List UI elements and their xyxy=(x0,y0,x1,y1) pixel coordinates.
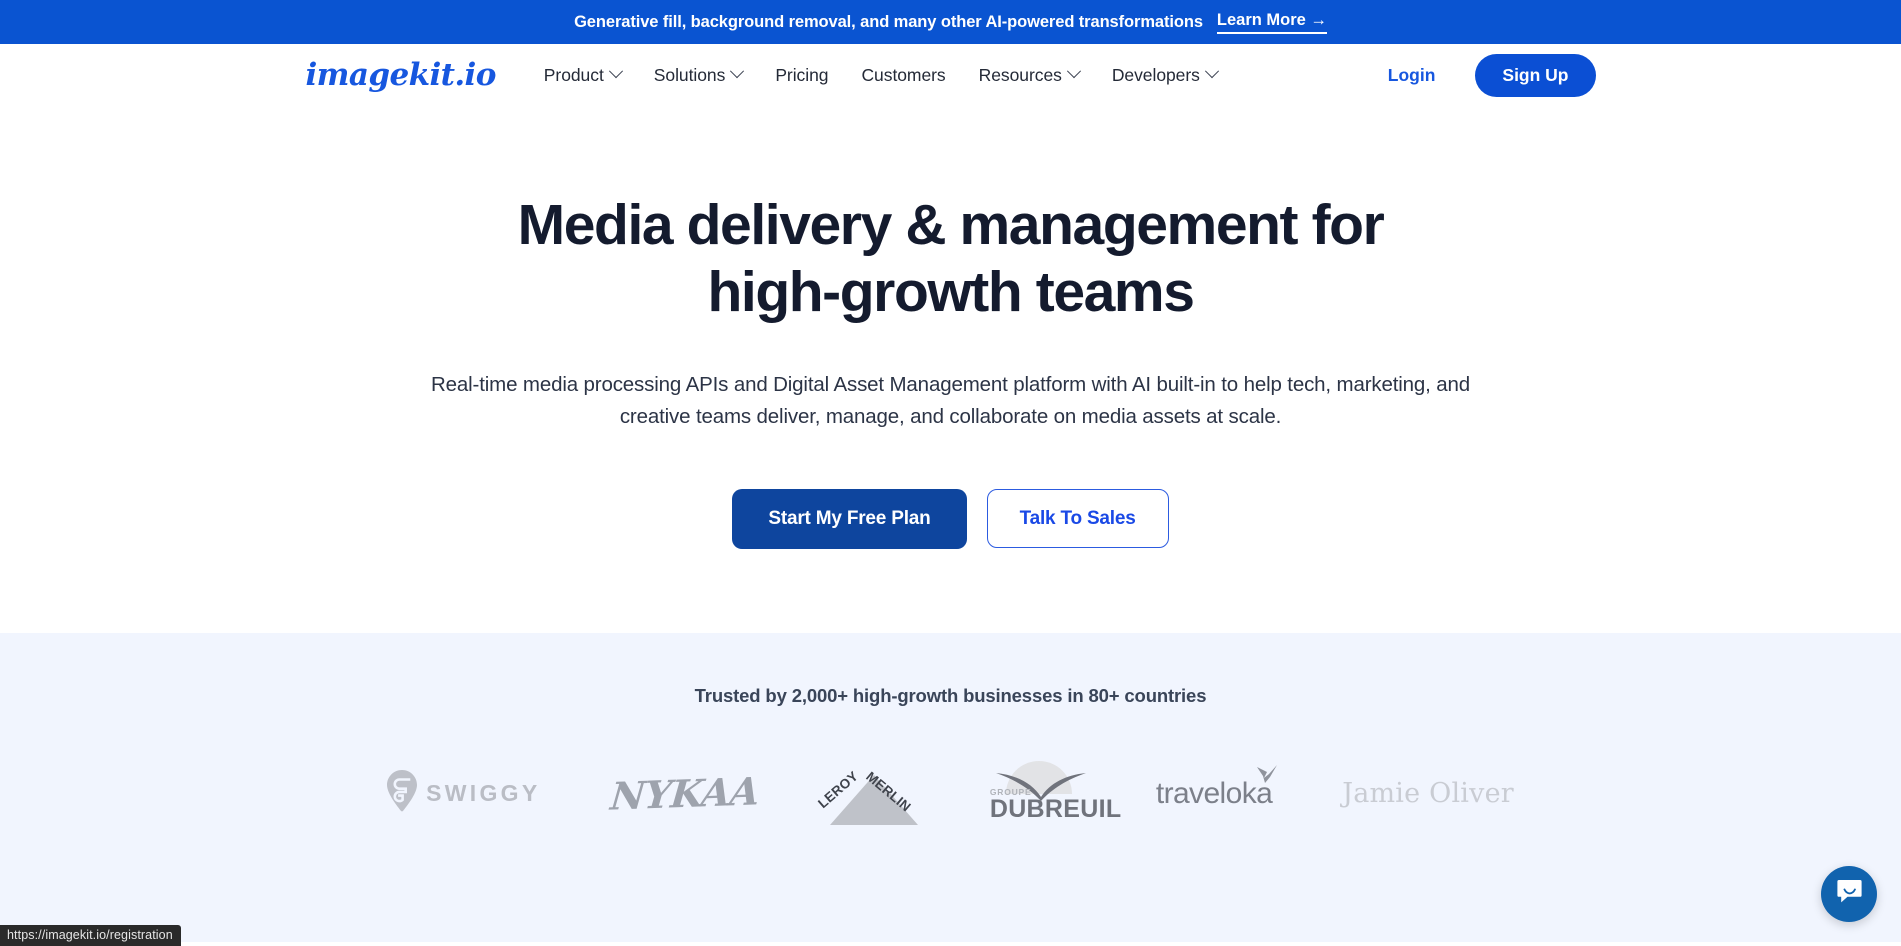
hero-title-line-2: high-growth teams xyxy=(707,259,1194,324)
traveloka-wordmark: traveloka xyxy=(1155,776,1273,810)
map-pin-icon xyxy=(387,770,418,817)
customer-logo-traveloka: traveloka xyxy=(1155,759,1278,829)
customer-logo-swiggy: SWIGGY xyxy=(387,759,540,829)
hero-cta-group: Start My Free Plan Talk To Sales xyxy=(0,488,1901,549)
nav-label-solutions: Solutions xyxy=(653,64,726,85)
talk-to-sales-button[interactable]: Talk To Sales xyxy=(986,489,1169,549)
nav-label-product: Product xyxy=(543,64,604,85)
jamie-oliver-wordmark: Jamie Oliver xyxy=(1342,778,1514,810)
hero-section: Media delivery & management for high-gro… xyxy=(0,106,1901,633)
customer-logo-jamie-oliver: Jamie Oliver xyxy=(1342,759,1514,829)
customer-logo-dubreuil: GROUPE DUBREUIL xyxy=(990,759,1121,829)
nav-item-resources[interactable]: Resources xyxy=(978,64,1081,86)
customer-logo-leroy-merlin: LEROY MERLIN xyxy=(815,759,920,829)
chevron-down-icon xyxy=(608,64,623,79)
nav-item-solutions[interactable]: Solutions xyxy=(653,64,745,86)
login-link[interactable]: Login xyxy=(1388,65,1436,86)
nav-container: imagekit.io Product Solutions Pricing Cu… xyxy=(306,44,1596,106)
chat-bubble-icon xyxy=(1836,878,1863,910)
customer-logo-nykaa: NYKAA xyxy=(608,759,761,829)
nav-label-developers: Developers xyxy=(1111,64,1200,85)
nav-label-resources: Resources xyxy=(978,64,1062,85)
origami-bird-icon xyxy=(1256,764,1278,789)
start-free-plan-button[interactable]: Start My Free Plan xyxy=(732,488,967,549)
site-header: imagekit.io Product Solutions Pricing Cu… xyxy=(0,44,1901,106)
chevron-down-icon xyxy=(1204,64,1219,79)
announcement-text: Generative fill, background removal, and… xyxy=(574,12,1203,31)
hero-title-line-1: Media delivery & management for xyxy=(517,193,1385,257)
nykaa-wordmark: NYKAA xyxy=(608,768,761,819)
header-actions: Login Sign Up xyxy=(1388,53,1596,97)
chat-launcher-button[interactable] xyxy=(1821,866,1877,922)
nav-item-product[interactable]: Product xyxy=(543,64,623,86)
announcement-banner: Generative fill, background removal, and… xyxy=(0,0,1901,44)
imagekit-logo[interactable]: imagekit.io xyxy=(306,59,497,91)
chevron-down-icon xyxy=(1066,64,1081,79)
trusted-by-section: Trusted by 2,000+ high-growth businesses… xyxy=(0,632,1901,942)
sign-up-button[interactable]: Sign Up xyxy=(1475,53,1596,97)
nav-label-customers: Customers xyxy=(861,64,946,85)
trusted-by-heading: Trusted by 2,000+ high-growth businesses… xyxy=(694,684,1207,706)
dubreuil-wordmark: DUBREUIL xyxy=(989,794,1122,823)
swiggy-wordmark: SWIGGY xyxy=(426,780,541,807)
main-navigation: Product Solutions Pricing Customers Reso… xyxy=(543,64,1388,86)
announcement-learn-more-link[interactable]: Learn More → xyxy=(1216,11,1327,34)
page-title: Media delivery & management for high-gro… xyxy=(501,192,1401,325)
hero-subtitle: Real-time media processing APIs and Digi… xyxy=(430,373,1471,429)
nav-item-developers[interactable]: Developers xyxy=(1111,64,1219,86)
customer-logo-row: SWIGGY NYKAA LEROY MERLIN GROUPE DUBREUI… xyxy=(0,759,1901,829)
nav-item-customers[interactable]: Customers xyxy=(861,65,945,86)
nav-item-pricing[interactable]: Pricing xyxy=(775,65,828,86)
browser-status-bar-url: https://imagekit.io/registration xyxy=(0,925,181,946)
nav-label-pricing: Pricing xyxy=(775,64,829,85)
chevron-down-icon xyxy=(730,64,745,79)
